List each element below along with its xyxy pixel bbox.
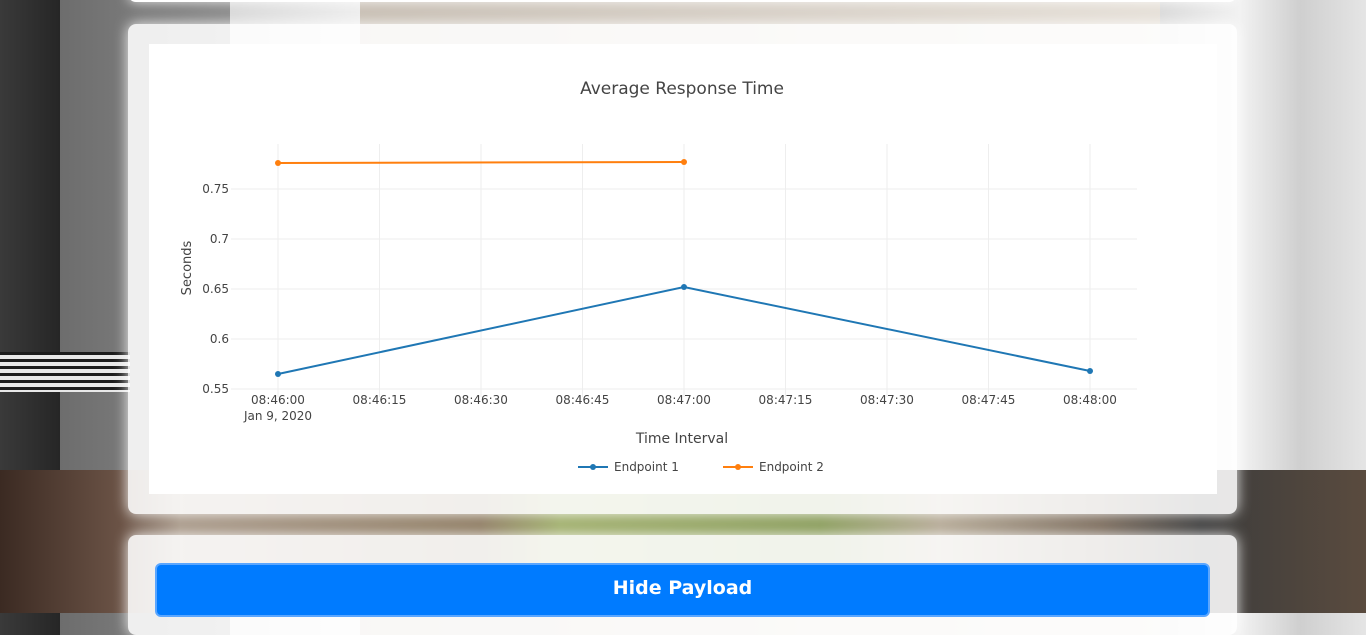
axes: 08:46:00 Jan 9, 2020 08:46:15 08:46:30 08:46… <box>202 182 1117 423</box>
data-point <box>275 371 281 377</box>
y-tick-label: 0.55 <box>202 382 229 396</box>
hide-payload-button[interactable]: Hide Payload <box>155 563 1210 617</box>
payload-panel: Hide Payload <box>128 535 1237 635</box>
response-time-chart: 08:46:00 Jan 9, 2020 08:46:15 08:46:30 08:46… <box>180 79 1137 474</box>
legend-label: Endpoint 1 <box>614 460 679 474</box>
background-vent <box>0 352 130 392</box>
legend-swatch-marker <box>735 464 741 470</box>
y-tick-label: 0.7 <box>210 232 229 246</box>
data-point <box>275 160 281 166</box>
legend[interactable]: Endpoint 1 Endpoint 2 <box>578 460 824 474</box>
legend-label: Endpoint 2 <box>759 460 824 474</box>
y-tick-label: 0.6 <box>210 332 229 346</box>
x-tick-label: 08:46:45 <box>556 393 610 407</box>
previous-panel-edge <box>128 0 1237 2</box>
chart-panel: 08:46:00 Jan 9, 2020 08:46:15 08:46:30 08:46… <box>128 24 1237 514</box>
legend-swatch-marker <box>590 464 596 470</box>
data-point <box>1087 368 1093 374</box>
x-tick-label: 08:47:15 <box>759 393 813 407</box>
x-tick-label: 08:47:45 <box>962 393 1016 407</box>
chart-area: 08:46:00 Jan 9, 2020 08:46:15 08:46:30 08:46… <box>149 44 1217 494</box>
chart-title: Average Response Time <box>580 79 784 99</box>
x-axis-label: Time Interval <box>635 431 728 447</box>
x-tick-label: 08:48:00 <box>1063 393 1117 407</box>
y-axis-label: Seconds <box>180 240 195 295</box>
x-tick-label: 08:47:00 <box>657 393 711 407</box>
legend-item-endpoint-1[interactable]: Endpoint 1 <box>578 460 679 474</box>
y-tick-label: 0.75 <box>202 182 229 196</box>
data-point <box>681 284 687 290</box>
x-tick-label: 08:47:30 <box>860 393 914 407</box>
x-tick-label: 08:46:30 <box>454 393 508 407</box>
grid <box>231 144 1137 397</box>
data-point <box>681 159 687 165</box>
legend-item-endpoint-2[interactable]: Endpoint 2 <box>723 460 824 474</box>
x-tick-label: 08:46:00 <box>251 393 305 407</box>
x-tick-sublabel: Jan 9, 2020 <box>243 409 312 423</box>
series-line-2 <box>277 161 685 164</box>
y-tick-label: 0.65 <box>202 282 229 296</box>
x-tick-label: 08:46:15 <box>353 393 407 407</box>
